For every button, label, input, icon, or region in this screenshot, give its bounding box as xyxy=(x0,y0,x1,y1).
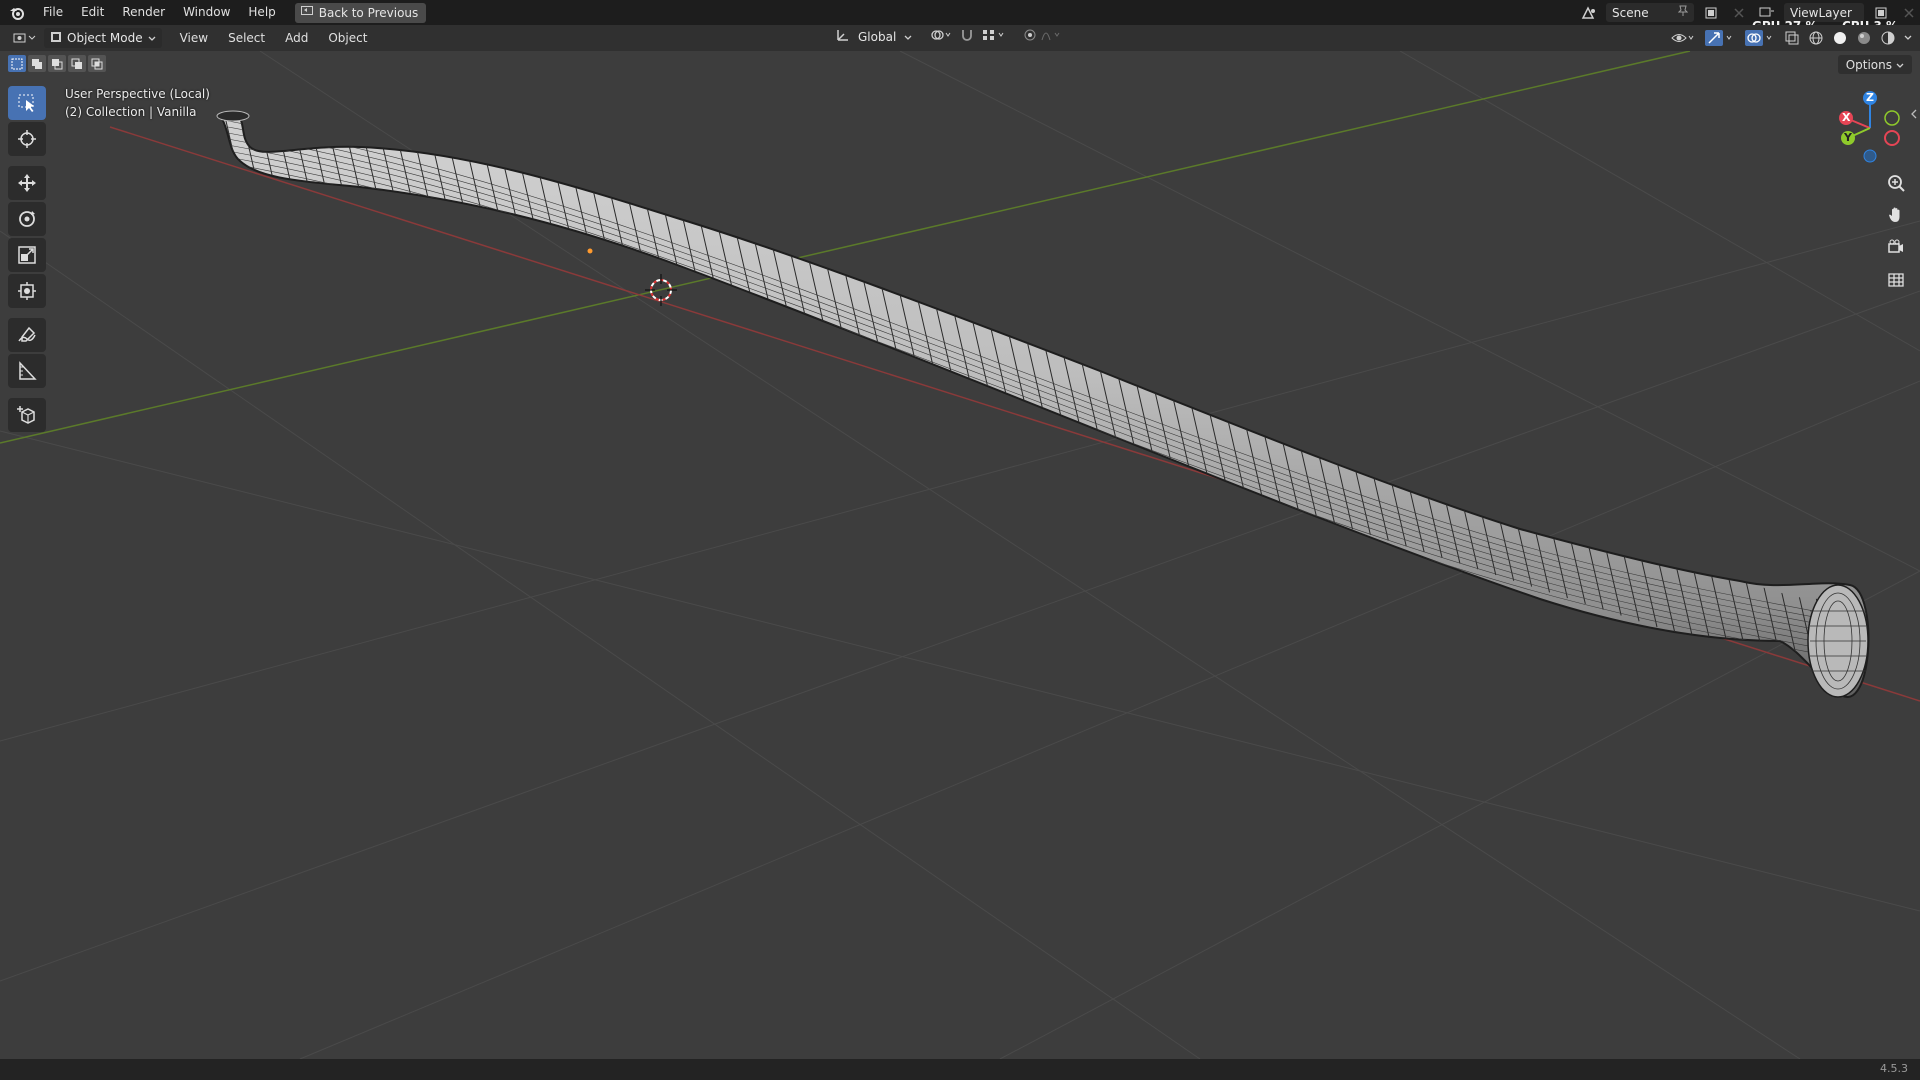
select-subtract-icon[interactable] xyxy=(48,55,66,72)
scene-name: Scene xyxy=(1612,5,1649,20)
add-cube-tool-icon[interactable] xyxy=(8,398,46,432)
snap-toggle-icon[interactable] xyxy=(960,28,974,45)
camera-view-icon[interactable] xyxy=(1880,234,1912,260)
cursor-tool-icon[interactable] xyxy=(8,122,46,156)
object-origin xyxy=(587,248,593,254)
menu-object[interactable]: Object xyxy=(318,31,377,45)
proportional-editing-icon[interactable] xyxy=(1024,28,1064,45)
menu-edit[interactable]: Edit xyxy=(72,0,113,25)
chevron-down-icon xyxy=(148,31,156,45)
wireframe-shading-icon[interactable] xyxy=(1806,28,1826,48)
snap-target-icon[interactable] xyxy=(982,28,1008,45)
select-extend-icon[interactable] xyxy=(28,55,46,72)
transform-tools: Global xyxy=(836,28,1064,45)
tool-shelf xyxy=(8,86,46,432)
menu-add[interactable]: Add xyxy=(275,31,318,45)
options-label: Options xyxy=(1845,57,1892,72)
scene-name-field[interactable]: Scene xyxy=(1606,3,1694,22)
3d-viewport[interactable]: User Perspective (Local) (2) Collection … xyxy=(0,51,1920,1059)
transform-tool-icon[interactable] xyxy=(8,274,46,308)
status-bar: 4.5.3 xyxy=(0,1059,1920,1080)
top-bar: File Edit Render Window Help Back to Pre… xyxy=(0,0,1920,25)
overlays-toggle-icon[interactable] xyxy=(1742,28,1778,48)
transform-orientation-label[interactable]: Global xyxy=(858,30,896,44)
view-layer-name: ViewLayer xyxy=(1790,5,1852,20)
axis-y-label: Y xyxy=(1844,131,1852,144)
select-intersect-icon[interactable] xyxy=(88,55,106,72)
chevron-down-icon[interactable] xyxy=(1902,28,1914,48)
viewport-grid xyxy=(0,51,1920,1059)
gizmo-toggle-icon[interactable] xyxy=(1702,28,1738,48)
options-dropdown[interactable]: Options xyxy=(1837,55,1912,74)
blender-logo-icon[interactable] xyxy=(0,0,34,25)
scale-tool-icon[interactable] xyxy=(8,238,46,272)
menu-file[interactable]: File xyxy=(34,0,72,25)
select-invert-icon[interactable] xyxy=(68,55,86,72)
menu-window[interactable]: Window xyxy=(174,0,239,25)
menu-select[interactable]: Select xyxy=(218,31,275,45)
menu-render[interactable]: Render xyxy=(113,0,174,25)
pivot-point-icon[interactable] xyxy=(930,28,952,45)
rendered-shading-icon[interactable] xyxy=(1878,28,1898,48)
back-to-previous-label: Back to Previous xyxy=(318,5,419,20)
annotate-tool-icon[interactable] xyxy=(8,318,46,352)
perspective-label: User Perspective (Local) xyxy=(65,87,210,101)
remove-scene-icon[interactable] xyxy=(1728,3,1750,22)
navigation-gizmo[interactable]: Z X Y xyxy=(1830,88,1910,168)
pan-hand-icon[interactable] xyxy=(1880,202,1912,228)
screen-icon xyxy=(300,5,313,20)
pin-icon[interactable] xyxy=(1677,5,1689,20)
selection-mode-buttons xyxy=(8,55,106,72)
axis-x-label: X xyxy=(1842,111,1851,124)
measure-tool-icon[interactable] xyxy=(8,354,46,388)
collection-label: (2) Collection | Vanilla xyxy=(65,105,197,119)
remove-view-layer-icon[interactable] xyxy=(1898,3,1920,22)
back-to-previous-button[interactable]: Back to Previous xyxy=(294,2,427,23)
editor-type-icon[interactable] xyxy=(10,28,40,48)
move-tool-icon[interactable] xyxy=(8,166,46,200)
solid-shading-icon[interactable] xyxy=(1830,28,1850,48)
menu-view[interactable]: View xyxy=(170,31,218,45)
navigation-buttons xyxy=(1880,170,1912,292)
version-label: 4.5.3 xyxy=(1880,1062,1908,1075)
chevron-down-icon[interactable] xyxy=(904,30,912,44)
transform-orientation-icon[interactable] xyxy=(836,28,850,45)
vanilla-mesh-object xyxy=(216,110,1870,698)
chevron-down-icon xyxy=(1896,58,1904,72)
object-mode-dropdown[interactable]: Object Mode xyxy=(44,28,162,48)
select-new-icon[interactable] xyxy=(8,55,26,72)
orthographic-toggle-icon[interactable] xyxy=(1880,266,1912,292)
xray-toggle-icon[interactable] xyxy=(1782,28,1802,48)
visibility-eye-icon[interactable] xyxy=(1668,28,1698,48)
new-scene-icon[interactable] xyxy=(1700,3,1722,22)
sidebar-toggle-icon[interactable] xyxy=(1910,104,1918,123)
axis-z-label: Z xyxy=(1866,91,1874,104)
rotate-tool-icon[interactable] xyxy=(8,202,46,236)
scene-icon[interactable] xyxy=(1578,3,1600,22)
menu-help[interactable]: Help xyxy=(239,0,284,25)
select-box-tool-icon[interactable] xyxy=(8,86,46,120)
zoom-icon[interactable] xyxy=(1880,170,1912,196)
viewport-shading-tools xyxy=(1668,28,1914,48)
material-shading-icon[interactable] xyxy=(1854,28,1874,48)
object-mode-icon xyxy=(50,31,62,46)
object-mode-label: Object Mode xyxy=(67,31,143,45)
